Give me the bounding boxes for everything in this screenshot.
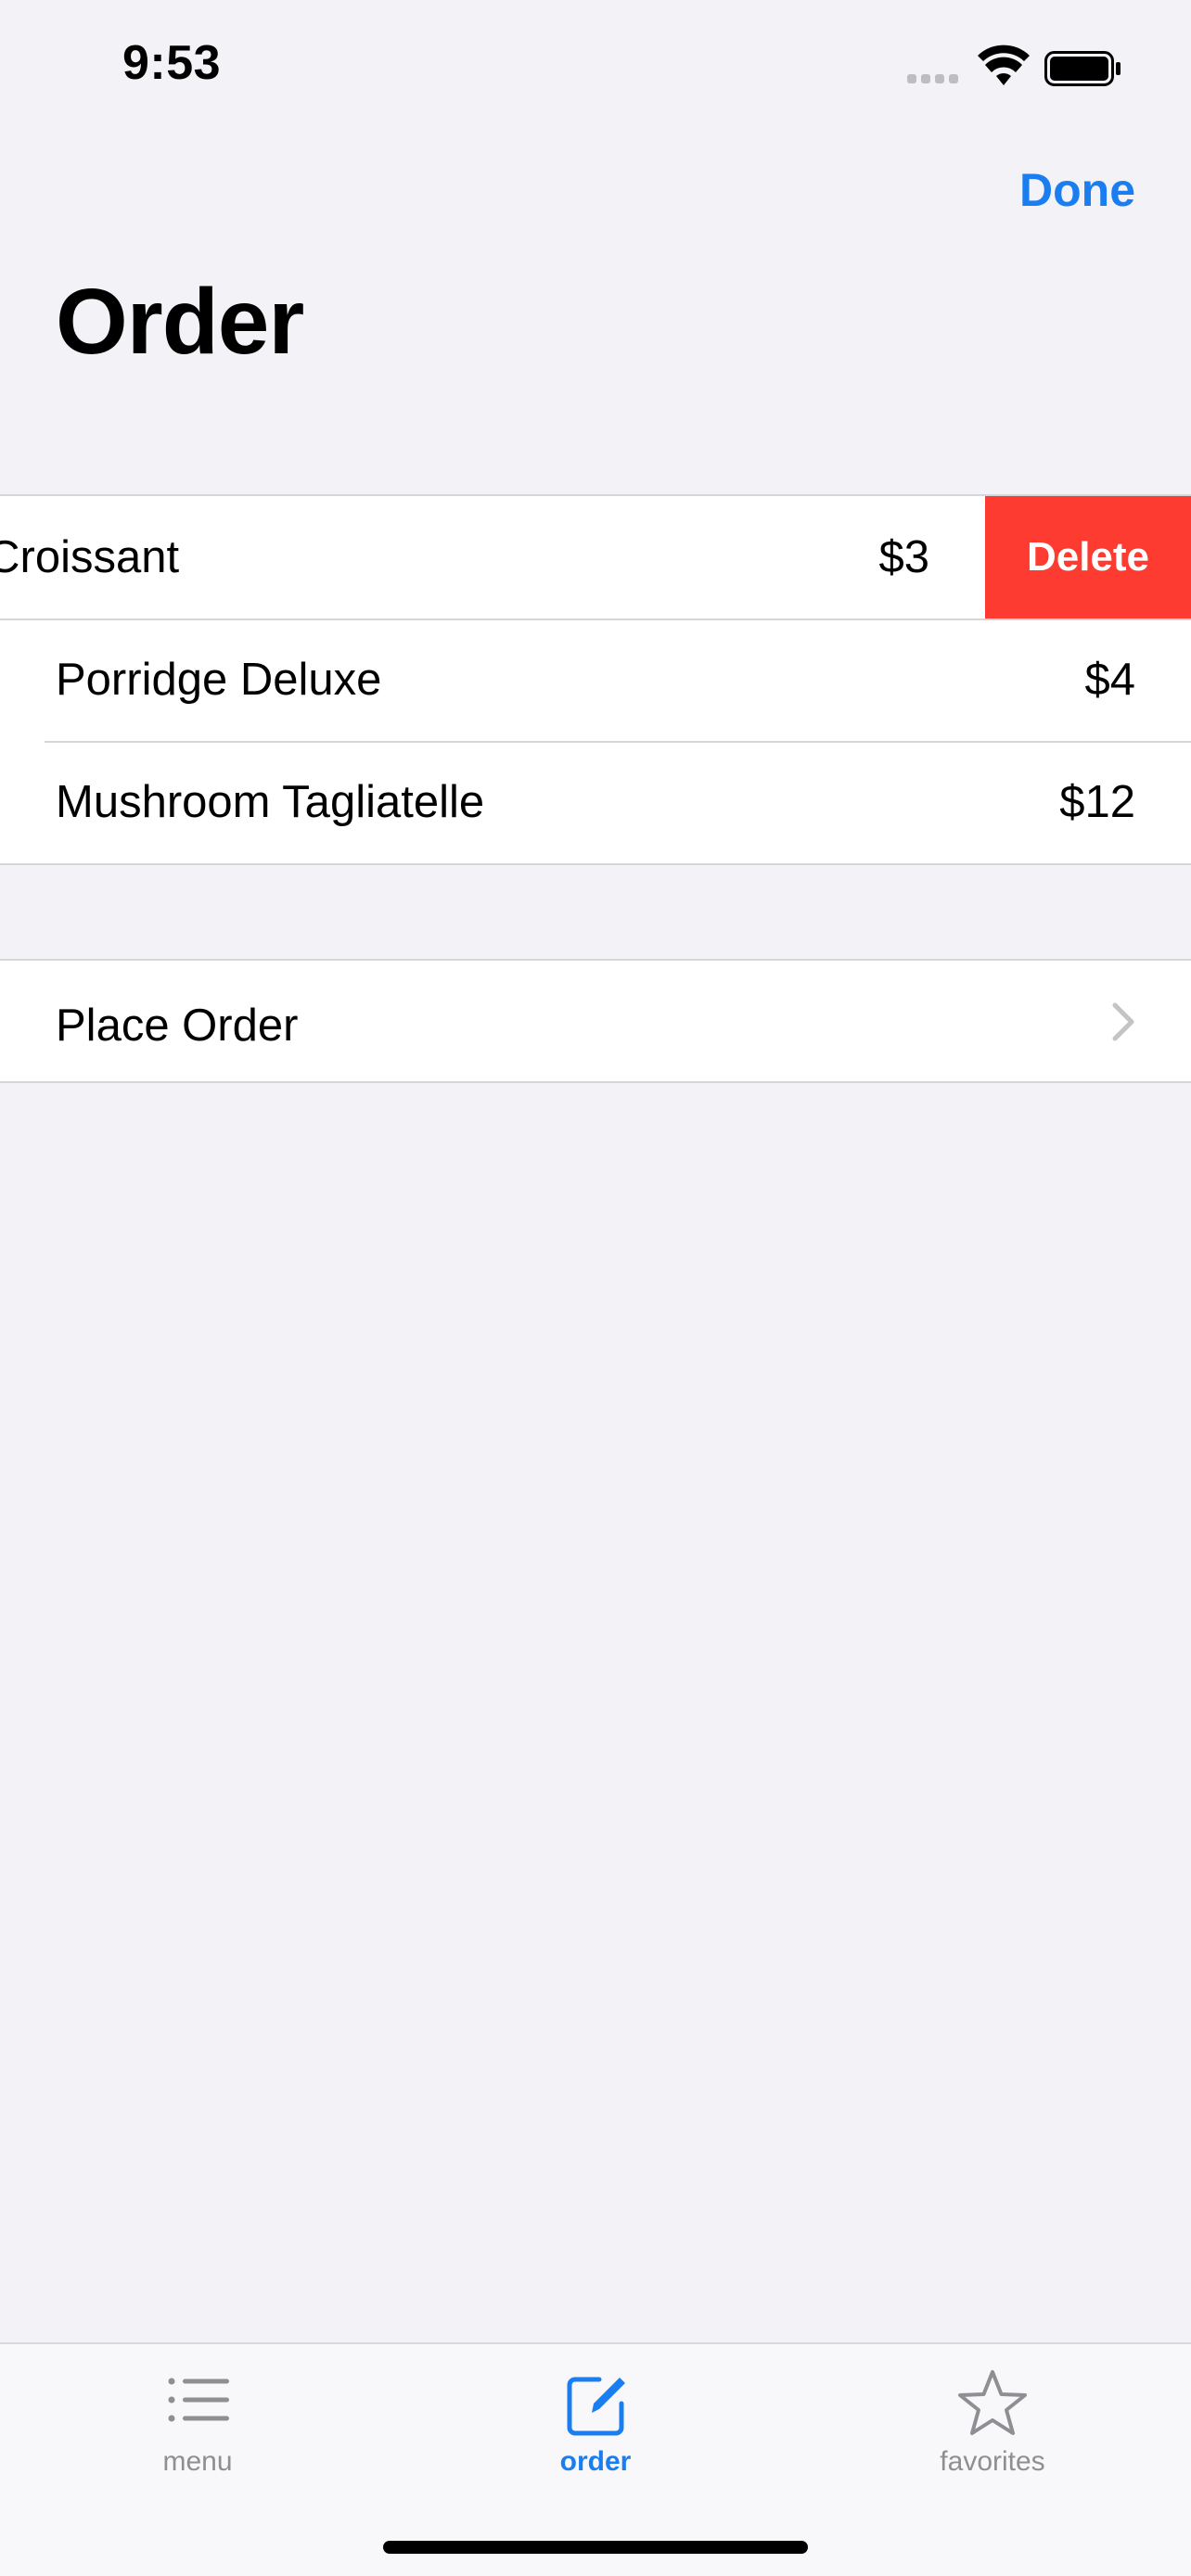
item-price: $3 <box>878 532 929 582</box>
tab-order[interactable]: order <box>484 2344 707 2502</box>
tab-label: favorites <box>940 2446 1045 2477</box>
tab-favorites[interactable]: favorites <box>881 2344 1104 2502</box>
list-icon <box>168 2378 229 2422</box>
delete-button[interactable]: Delete <box>985 496 1191 618</box>
chevron-right-icon <box>1112 1002 1134 1041</box>
item-name: baked Croissant <box>0 532 180 582</box>
list-item[interactable]: baked Croissant $3 Delete <box>0 496 1191 618</box>
item-name: Mushroom Tagliatelle <box>56 777 485 827</box>
item-name: Porridge Deluxe <box>56 655 382 705</box>
order-list: baked Croissant $3 Delete Porridge Delux… <box>0 494 1191 865</box>
order-screen: 9:53 Done Order baked Croissant $3 Delet… <box>0 0 1191 2576</box>
done-button[interactable]: Done <box>1019 163 1135 217</box>
tab-label: menu <box>162 2446 233 2477</box>
place-order-button[interactable]: Place Order <box>0 959 1191 1083</box>
place-order-label: Place Order <box>56 1001 299 1051</box>
battery-icon <box>1044 51 1121 86</box>
cellular-signal-icon <box>907 74 963 83</box>
wifi-icon <box>978 45 1030 85</box>
home-indicator[interactable] <box>383 2541 808 2554</box>
tab-label: order <box>559 2446 632 2477</box>
page-title: Order <box>56 270 304 374</box>
item-price: $12 <box>1059 777 1135 827</box>
star-icon <box>958 2370 1027 2435</box>
status-time: 9:53 <box>122 36 222 90</box>
list-item[interactable]: Porridge Deluxe $4 <box>0 618 1191 741</box>
item-price: $4 <box>1084 655 1135 705</box>
tab-menu[interactable]: menu <box>86 2344 309 2502</box>
compose-icon <box>567 2377 625 2436</box>
list-item[interactable]: Mushroom Tagliatelle $12 <box>0 741 1191 863</box>
